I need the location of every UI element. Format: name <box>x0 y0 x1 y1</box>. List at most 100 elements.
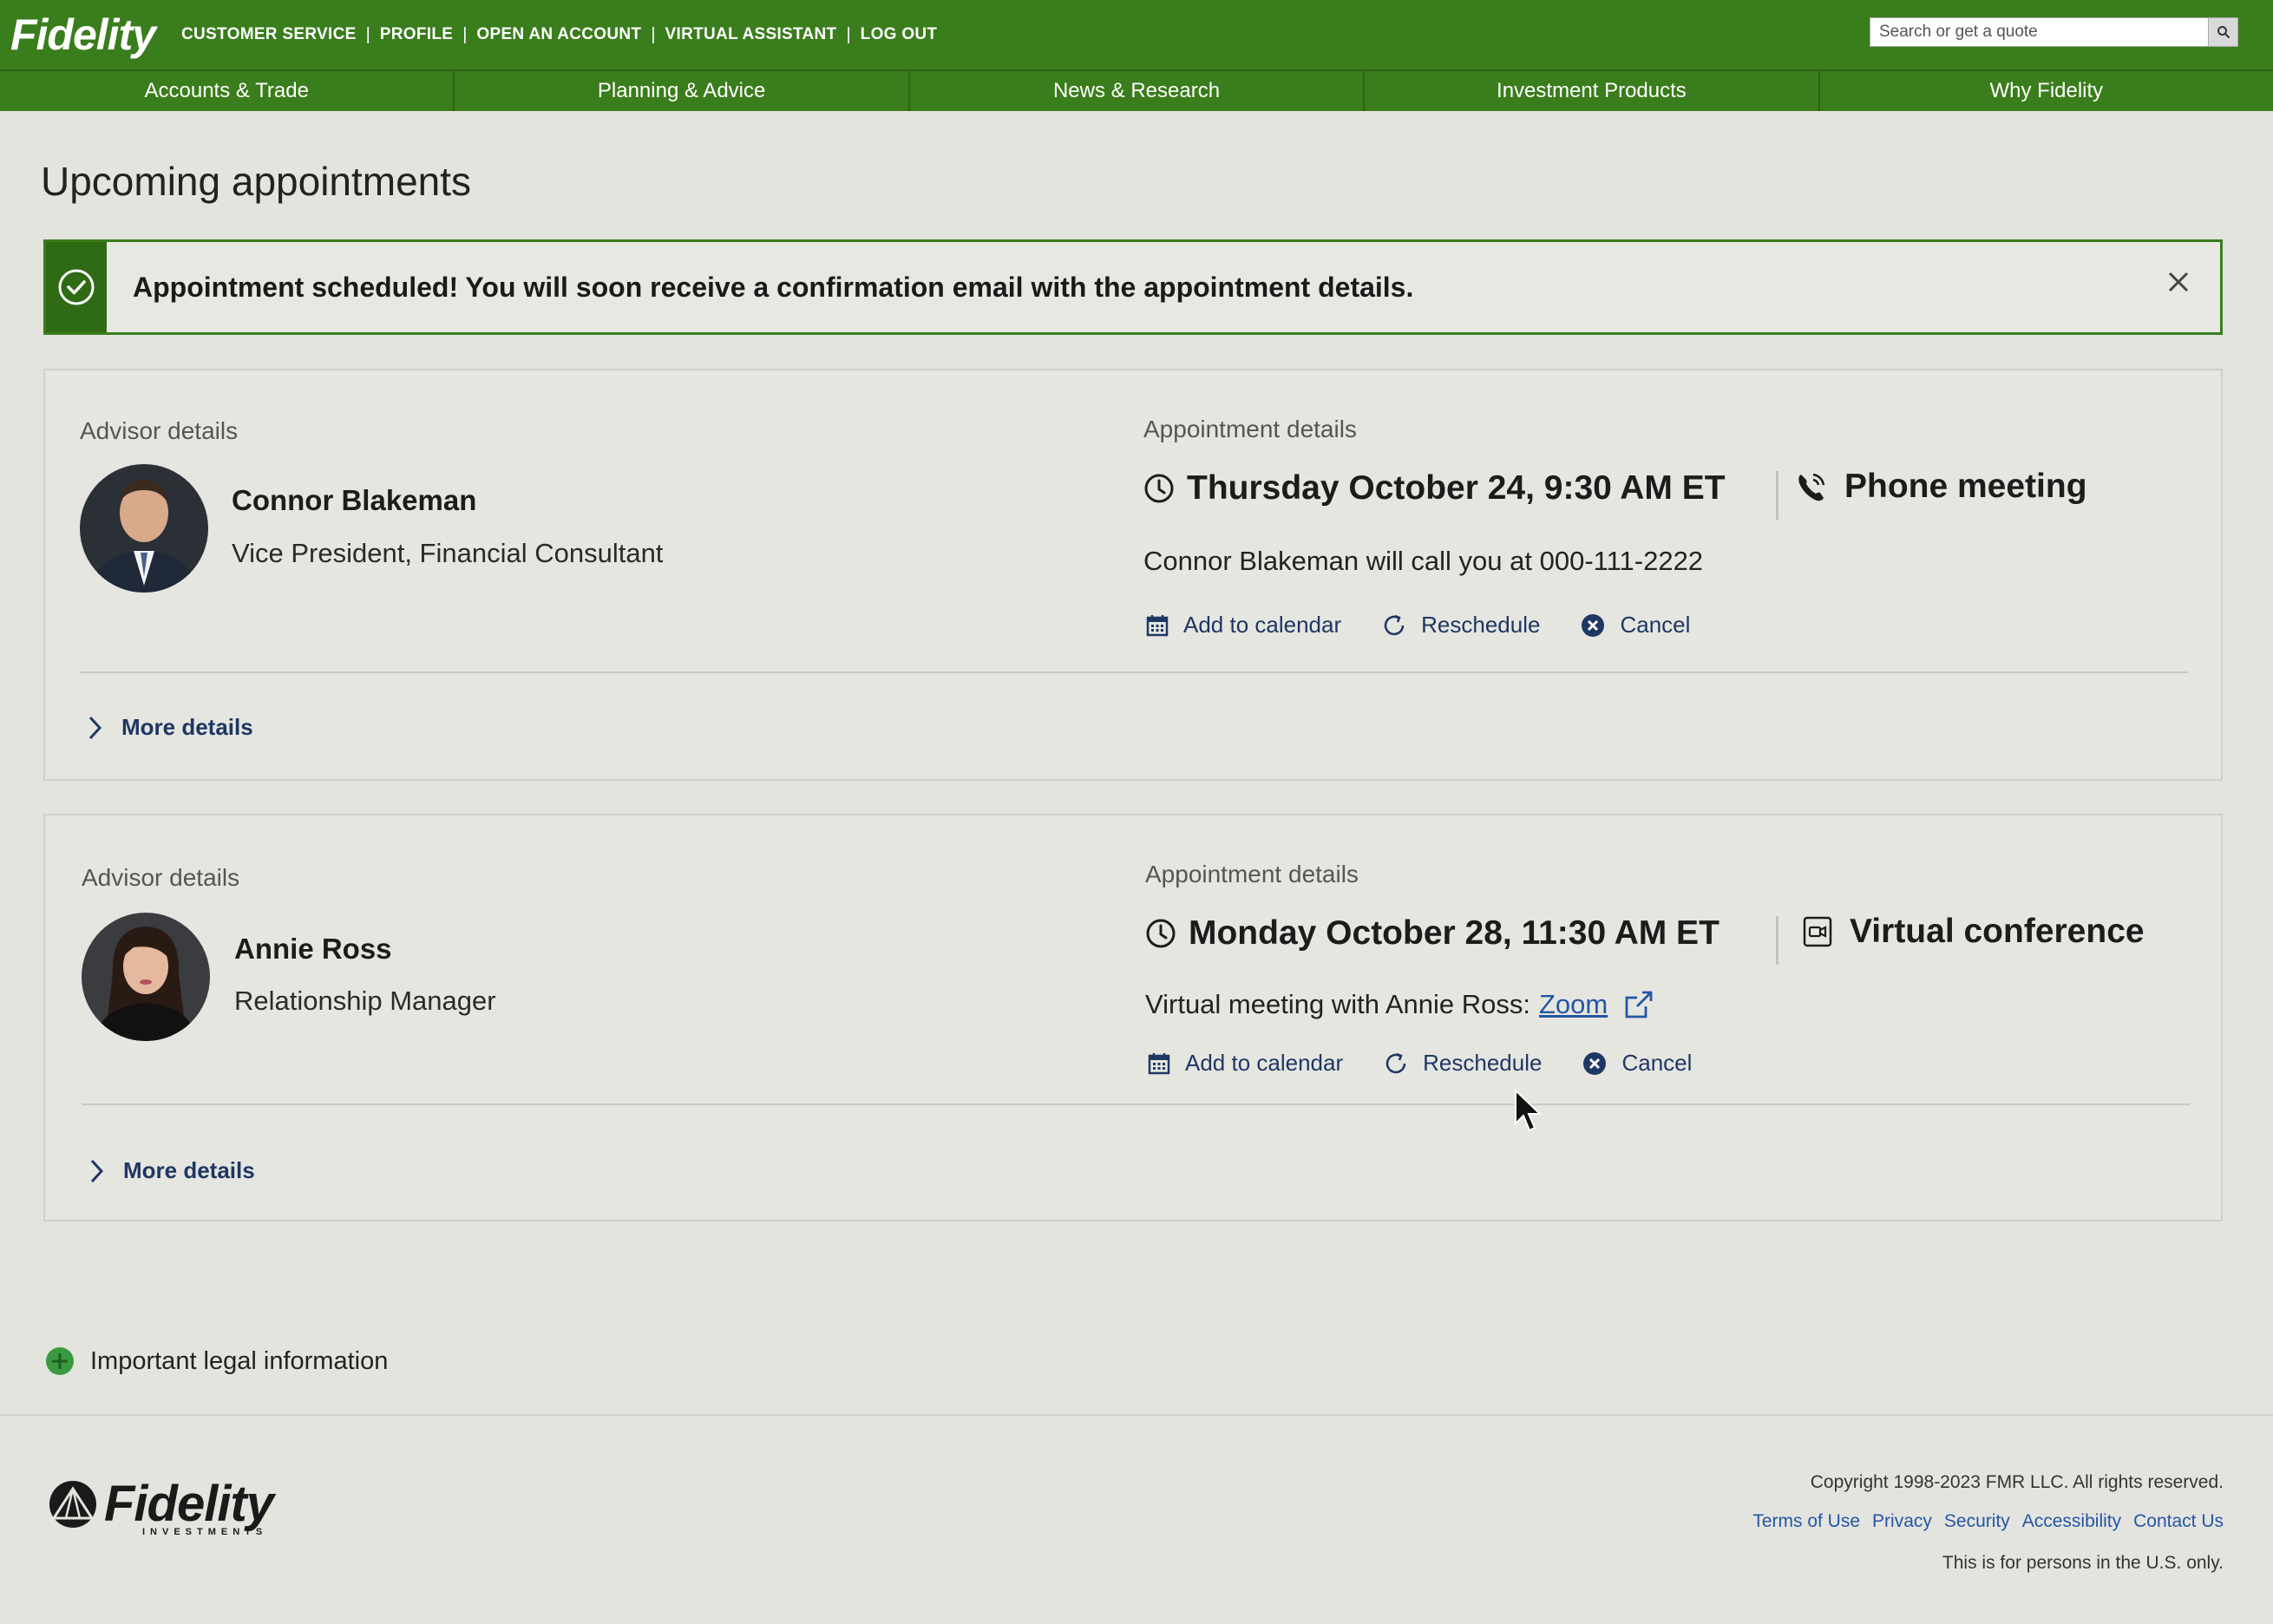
clock-icon <box>1144 474 1174 503</box>
advisor-details-label: Advisor details <box>82 864 240 891</box>
advisor-role: Relationship Manager <box>234 986 496 1016</box>
footer-links: Terms of Use Privacy Security Accessibil… <box>1740 1511 2224 1532</box>
footer-divider <box>0 1414 2273 1416</box>
customer-service-link[interactable]: CUSTOMER SERVICE <box>181 25 357 44</box>
appointment-datetime-text: Monday October 28, 11:30 AM ET <box>1189 914 1719 952</box>
refresh-icon <box>1384 614 1405 635</box>
cancel-button[interactable]: Cancel <box>1580 612 1690 638</box>
close-icon <box>2168 272 2189 292</box>
utility-links: CUSTOMER SERVICE | PROFILE | OPEN AN ACC… <box>181 25 937 45</box>
appointment-description-text: Virtual meeting with Annie Ross: <box>1145 989 1530 1019</box>
advisor-name: Annie Ross <box>234 933 392 965</box>
fidelity-logo[interactable]: Fidelity <box>10 10 156 60</box>
privacy-link[interactable]: Privacy <box>1872 1511 1932 1532</box>
appointment-description-text: Connor Blakeman will call you at 000-111… <box>1143 546 1704 576</box>
clock-icon <box>1146 919 1176 948</box>
footer-logo[interactable]: Fidelity INVESTMENTS <box>47 1475 274 1537</box>
more-details-toggle[interactable]: More details <box>87 714 253 741</box>
external-link-icon[interactable] <box>1623 989 1654 1020</box>
separator: | <box>365 24 370 44</box>
search-box <box>1870 17 2238 47</box>
appointment-datetime: Monday October 28, 11:30 AM ET <box>1145 914 1719 953</box>
reschedule-button[interactable]: Reschedule <box>1381 612 1540 638</box>
reschedule-button[interactable]: Reschedule <box>1383 1050 1542 1077</box>
separator: | <box>846 24 851 44</box>
plus-circle-icon <box>46 1347 74 1375</box>
virtual-assistant-link[interactable]: VIRTUAL ASSISTANT <box>665 25 837 44</box>
refresh-icon <box>1385 1052 1406 1073</box>
cancel-circle-icon <box>1582 613 1605 637</box>
accessibility-link[interactable]: Accessibility <box>2022 1511 2121 1532</box>
legal-info-toggle[interactable]: Important legal information <box>45 1346 388 1376</box>
us-only-notice: This is for persons in the U.S. only. <box>1942 1553 2224 1573</box>
add-to-calendar-label: Add to calendar <box>1185 1050 1344 1076</box>
appointment-datetime: Thursday October 24, 9:30 AM ET <box>1143 469 1726 508</box>
advisor-photo <box>80 464 208 593</box>
avatar <box>82 913 210 1041</box>
meeting-type-text: Phone meeting <box>1844 468 2087 505</box>
cancel-button[interactable]: Cancel <box>1582 1050 1692 1077</box>
separator: | <box>651 24 656 44</box>
separator: | <box>462 24 468 44</box>
divider <box>80 671 2188 673</box>
advisor-name: Connor Blakeman <box>232 484 477 516</box>
search-icon <box>2217 26 2230 39</box>
add-to-calendar-button[interactable]: Add to calendar <box>1147 1050 1343 1077</box>
appointment-details-label: Appointment details <box>1143 416 1357 442</box>
cancel-circle-icon <box>1583 1051 1607 1075</box>
main-nav: Accounts & Trade Planning & Advice News … <box>0 69 2273 111</box>
terms-of-use-link[interactable]: Terms of Use <box>1752 1511 1860 1532</box>
nav-news-research[interactable]: News & Research <box>910 71 1366 111</box>
reschedule-label: Reschedule <box>1421 612 1541 638</box>
more-details-toggle[interactable]: More details <box>88 1157 255 1184</box>
cancel-label: Cancel <box>1621 1050 1693 1076</box>
open-account-link[interactable]: OPEN AN ACCOUNT <box>476 25 641 44</box>
advisor-role: Vice President, Financial Consultant <box>232 538 664 568</box>
cancel-label: Cancel <box>1620 612 1691 638</box>
more-details-label: More details <box>123 1157 255 1183</box>
video-icon <box>1803 916 1832 947</box>
divider <box>1776 916 1778 965</box>
appointment-description: Virtual meeting with Annie Ross: Zoom <box>1145 989 1654 1020</box>
footer-logo-wordmark: Fidelity <box>104 1476 274 1532</box>
calendar-icon <box>1148 1052 1170 1074</box>
search-input[interactable] <box>1870 18 2208 46</box>
nav-why-fidelity[interactable]: Why Fidelity <box>1820 71 2273 111</box>
mouse-cursor-icon <box>1515 1089 1543 1132</box>
meeting-type: Phone meeting <box>1794 468 2087 506</box>
meeting-type-text: Virtual conference <box>1850 913 2145 950</box>
appointment-datetime-text: Thursday October 24, 9:30 AM ET <box>1187 469 1726 507</box>
alert-message: Appointment scheduled! You will soon rec… <box>133 271 1414 303</box>
appointment-card: Advisor details Annie Ross Relationship … <box>43 814 2223 1221</box>
advisor-details-label: Advisor details <box>80 417 239 444</box>
security-link[interactable]: Security <box>1944 1511 2010 1532</box>
appointment-actions: Add to calendar Reschedule Cancel <box>1145 612 1730 638</box>
pyramid-logo-icon <box>49 1480 96 1528</box>
calendar-icon <box>1146 614 1169 636</box>
alert-status-bar <box>46 242 107 332</box>
phone-icon <box>1798 473 1825 501</box>
avatar <box>80 464 208 593</box>
nav-planning-advice[interactable]: Planning & Advice <box>455 71 910 111</box>
chevron-right-icon <box>90 1159 104 1182</box>
legal-info-label: Important legal information <box>90 1346 389 1375</box>
log-out-link[interactable]: LOG OUT <box>861 25 938 44</box>
top-bar: Fidelity CUSTOMER SERVICE | PROFILE | OP… <box>0 0 2273 69</box>
appointment-description: Connor Blakeman will call you at 000-111… <box>1143 546 1703 577</box>
alert-close-button[interactable] <box>2161 265 2196 299</box>
contact-us-link[interactable]: Contact Us <box>2133 1511 2224 1532</box>
add-to-calendar-button[interactable]: Add to calendar <box>1145 612 1341 638</box>
footer-logo-sub: INVESTMENTS <box>142 1527 268 1537</box>
nav-accounts-trade[interactable]: Accounts & Trade <box>0 71 455 111</box>
appointment-details-label: Appointment details <box>1145 861 1359 887</box>
profile-link[interactable]: PROFILE <box>380 25 453 44</box>
check-circle-icon <box>58 269 95 305</box>
reschedule-label: Reschedule <box>1423 1050 1543 1076</box>
zoom-link[interactable]: Zoom <box>1539 989 1608 1020</box>
advisor-photo <box>82 913 210 1041</box>
copyright-text: Copyright 1998-2023 FMR LLC. All rights … <box>1810 1472 2224 1492</box>
nav-investment-products[interactable]: Investment Products <box>1365 71 1820 111</box>
search-button[interactable] <box>2208 18 2237 46</box>
divider <box>1776 471 1778 520</box>
appointment-card: Advisor details Connor Blakeman Vice Pre… <box>43 369 2223 781</box>
